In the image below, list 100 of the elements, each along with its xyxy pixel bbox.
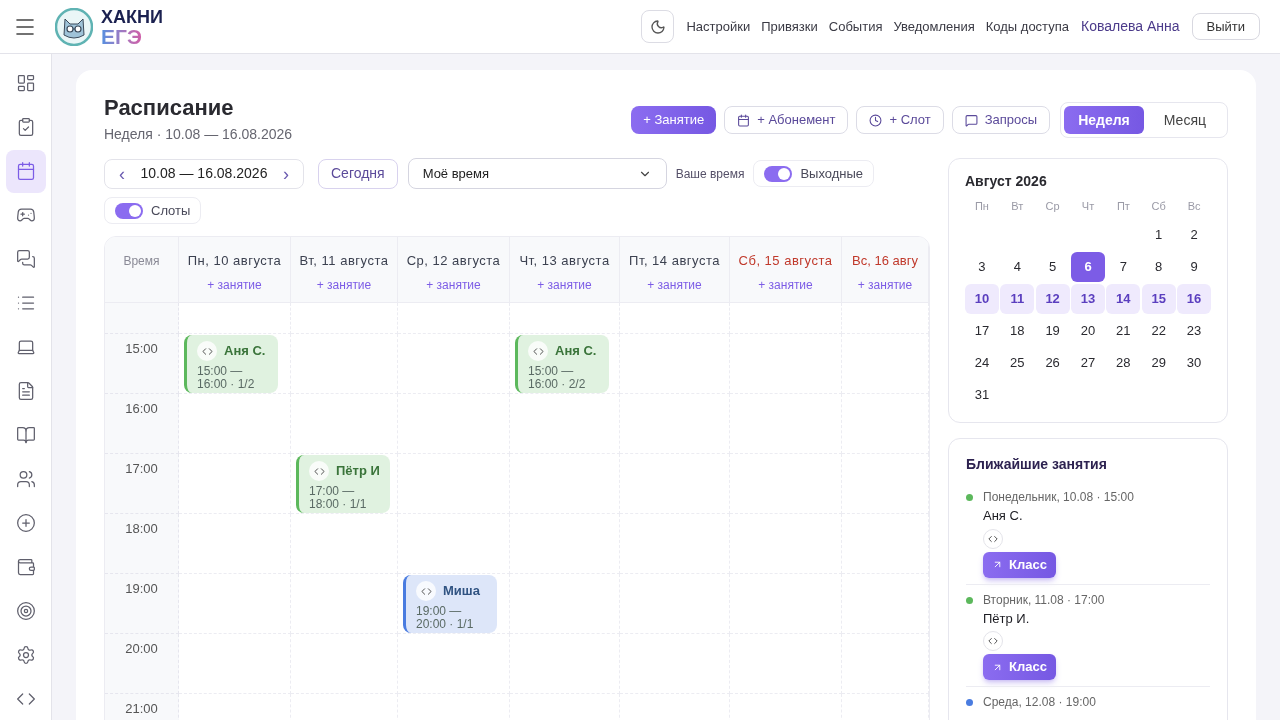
calendar-day[interactable]: 9: [1177, 252, 1211, 282]
calendar-day[interactable]: 31: [965, 380, 999, 410]
next-week-button[interactable]: ›: [283, 164, 289, 183]
clock-icon: [869, 113, 883, 127]
time-slot-cell[interactable]: Аня С. 15:00 — 16:00 · 2/2: [510, 334, 620, 394]
add-lesson-link[interactable]: + занятие: [207, 275, 262, 294]
time-slot-cell[interactable]: Аня С. 15:00 — 16:00 · 1/2: [179, 334, 291, 394]
calendar-day[interactable]: 22: [1141, 316, 1176, 346]
prev-week-button[interactable]: ‹: [119, 164, 125, 183]
calendar-day[interactable]: 28: [1106, 348, 1141, 378]
nav-link[interactable]: Настройки: [686, 16, 751, 37]
calendar-day[interactable]: 2: [1177, 220, 1211, 250]
lesson-time: 15:00 — 16:00 · 2/2: [528, 365, 587, 391]
nav-link[interactable]: Коды доступа: [985, 16, 1069, 37]
weekday-label: Вт: [1010, 199, 1025, 214]
calendar-day[interactable]: 14: [1106, 284, 1141, 314]
calendar-day[interactable]: 3: [965, 252, 999, 282]
weekday-label: Сб: [1150, 199, 1167, 214]
calendar-day[interactable]: 20: [1071, 316, 1105, 346]
time-label: 21:00: [125, 700, 158, 718]
calendar-day[interactable]: 13: [1071, 284, 1105, 314]
action-button[interactable]: + Слот: [856, 106, 944, 134]
calendar-day[interactable]: 19: [1035, 316, 1070, 346]
toggle-switch[interactable]: Выходные: [753, 160, 875, 187]
time-slot-cell[interactable]: [179, 394, 291, 454]
time-label: 19:00: [125, 580, 158, 598]
calendar-day[interactable]: 1: [1141, 220, 1176, 250]
student-name: Аня С.: [555, 342, 597, 361]
page-title: Расписание: [104, 95, 235, 121]
lesson-card[interactable]: Аня С. 15:00 — 16:00 · 2/2: [515, 335, 609, 393]
time-slot-cell[interactable]: Миша 19:00 — 20:00 · 1/1: [398, 574, 510, 634]
calendar-day[interactable]: 18: [1000, 316, 1035, 346]
time-label: 20:00: [125, 640, 158, 658]
calendar-day[interactable]: 5: [1035, 252, 1070, 282]
lesson-card[interactable]: Пётр И 17:00 — 18:00 · 1/1: [296, 455, 390, 513]
nav-link[interactable]: Привязки: [761, 16, 818, 37]
calendar-day[interactable]: 12: [1035, 284, 1070, 314]
time-slot-cell[interactable]: [291, 514, 398, 574]
column-header: Время: [123, 253, 160, 270]
action-button[interactable]: Запросы: [951, 106, 1051, 134]
calendar-day[interactable]: 27: [1071, 348, 1105, 378]
calendar-day[interactable]: 26: [1035, 348, 1070, 378]
calendar-icon[interactable]: [5, 149, 46, 193]
calendar-day[interactable]: 23: [1177, 316, 1211, 346]
time-slot-cell[interactable]: [398, 514, 510, 574]
calendar-day[interactable]: 16: [1177, 284, 1211, 314]
student-name: Миша: [443, 582, 480, 601]
lesson-time: 17:00 — 18:00 · 1/1: [309, 485, 368, 511]
cat-logo-icon: [55, 7, 93, 46]
calendar-day[interactable]: 25: [1000, 348, 1035, 378]
add-lesson-link[interactable]: + занятие: [758, 275, 813, 294]
add-lesson-link[interactable]: + занятие: [426, 275, 481, 294]
class-button[interactable]: Класс: [983, 654, 1056, 680]
time-slot-cell[interactable]: [291, 394, 398, 454]
user-name[interactable]: Ковалева Анна: [1081, 16, 1180, 37]
lesson-card[interactable]: Миша 19:00 — 20:00 · 1/1: [403, 575, 497, 633]
time-slot-cell[interactable]: [179, 514, 291, 574]
time-slot-cell[interactable]: Пётр И 17:00 — 18:00 · 1/1: [291, 454, 398, 514]
calendar-day[interactable]: 10: [965, 284, 999, 314]
time-slot-cell[interactable]: [398, 634, 510, 694]
add-lesson-link[interactable]: + занятие: [857, 275, 913, 294]
theme-toggle-button[interactable]: [641, 10, 675, 43]
calendar-day[interactable]: 4: [1000, 252, 1035, 282]
nav-link[interactable]: События: [828, 16, 883, 37]
time-slot-cell[interactable]: [179, 454, 291, 514]
calendar-day[interactable]: 24: [965, 348, 999, 378]
logout-button[interactable]: Выйти: [1191, 13, 1260, 40]
calendar-day[interactable]: 30: [1177, 348, 1211, 378]
lesson-datetime: Вторник, 11.08 · 17:00: [983, 591, 1105, 609]
calendar-day[interactable]: 17: [965, 316, 999, 346]
time-label: 18:00: [125, 520, 158, 538]
time-slot-cell[interactable]: [179, 574, 291, 634]
calendar-day[interactable]: 6: [1071, 252, 1105, 282]
calendar-day[interactable]: 21: [1106, 316, 1141, 346]
toggle-switch[interactable]: Слоты: [104, 197, 202, 224]
view-tab[interactable]: Месяц: [1145, 106, 1224, 134]
nav-link[interactable]: Уведомления: [893, 16, 975, 37]
time-select[interactable]: Моё время: [407, 158, 667, 189]
add-lesson-link[interactable]: + занятие: [316, 275, 372, 294]
calendar-day[interactable]: 8: [1141, 252, 1176, 282]
class-button[interactable]: Класс: [983, 551, 1056, 578]
action-button[interactable]: + Абонемент: [724, 106, 849, 134]
view-tab[interactable]: Неделя: [1064, 106, 1144, 134]
code-icon: [416, 581, 436, 601]
today-button[interactable]: Сегодня: [318, 158, 398, 189]
weekday-label: Вс: [1186, 199, 1202, 214]
day-header: Вт, 11 августа: [299, 252, 389, 270]
lesson-card[interactable]: Аня С. 15:00 — 16:00 · 1/2: [184, 335, 278, 393]
add-lesson-link[interactable]: + занятие: [647, 275, 702, 294]
time-slot-cell[interactable]: [179, 634, 291, 694]
calendar-day[interactable]: 15: [1141, 284, 1176, 314]
calendar-day[interactable]: 11: [1000, 284, 1035, 314]
calendar-day[interactable]: 7: [1106, 252, 1141, 282]
time-slot-cell[interactable]: [510, 394, 620, 454]
student-name: Пётр И.: [983, 609, 1030, 628]
time-slot-cell[interactable]: [179, 303, 291, 334]
time-slot-cell[interactable]: [510, 303, 620, 334]
action-button[interactable]: + Занятие: [631, 106, 717, 134]
calendar-day[interactable]: 29: [1141, 348, 1176, 378]
add-lesson-link[interactable]: + занятие: [537, 275, 592, 294]
